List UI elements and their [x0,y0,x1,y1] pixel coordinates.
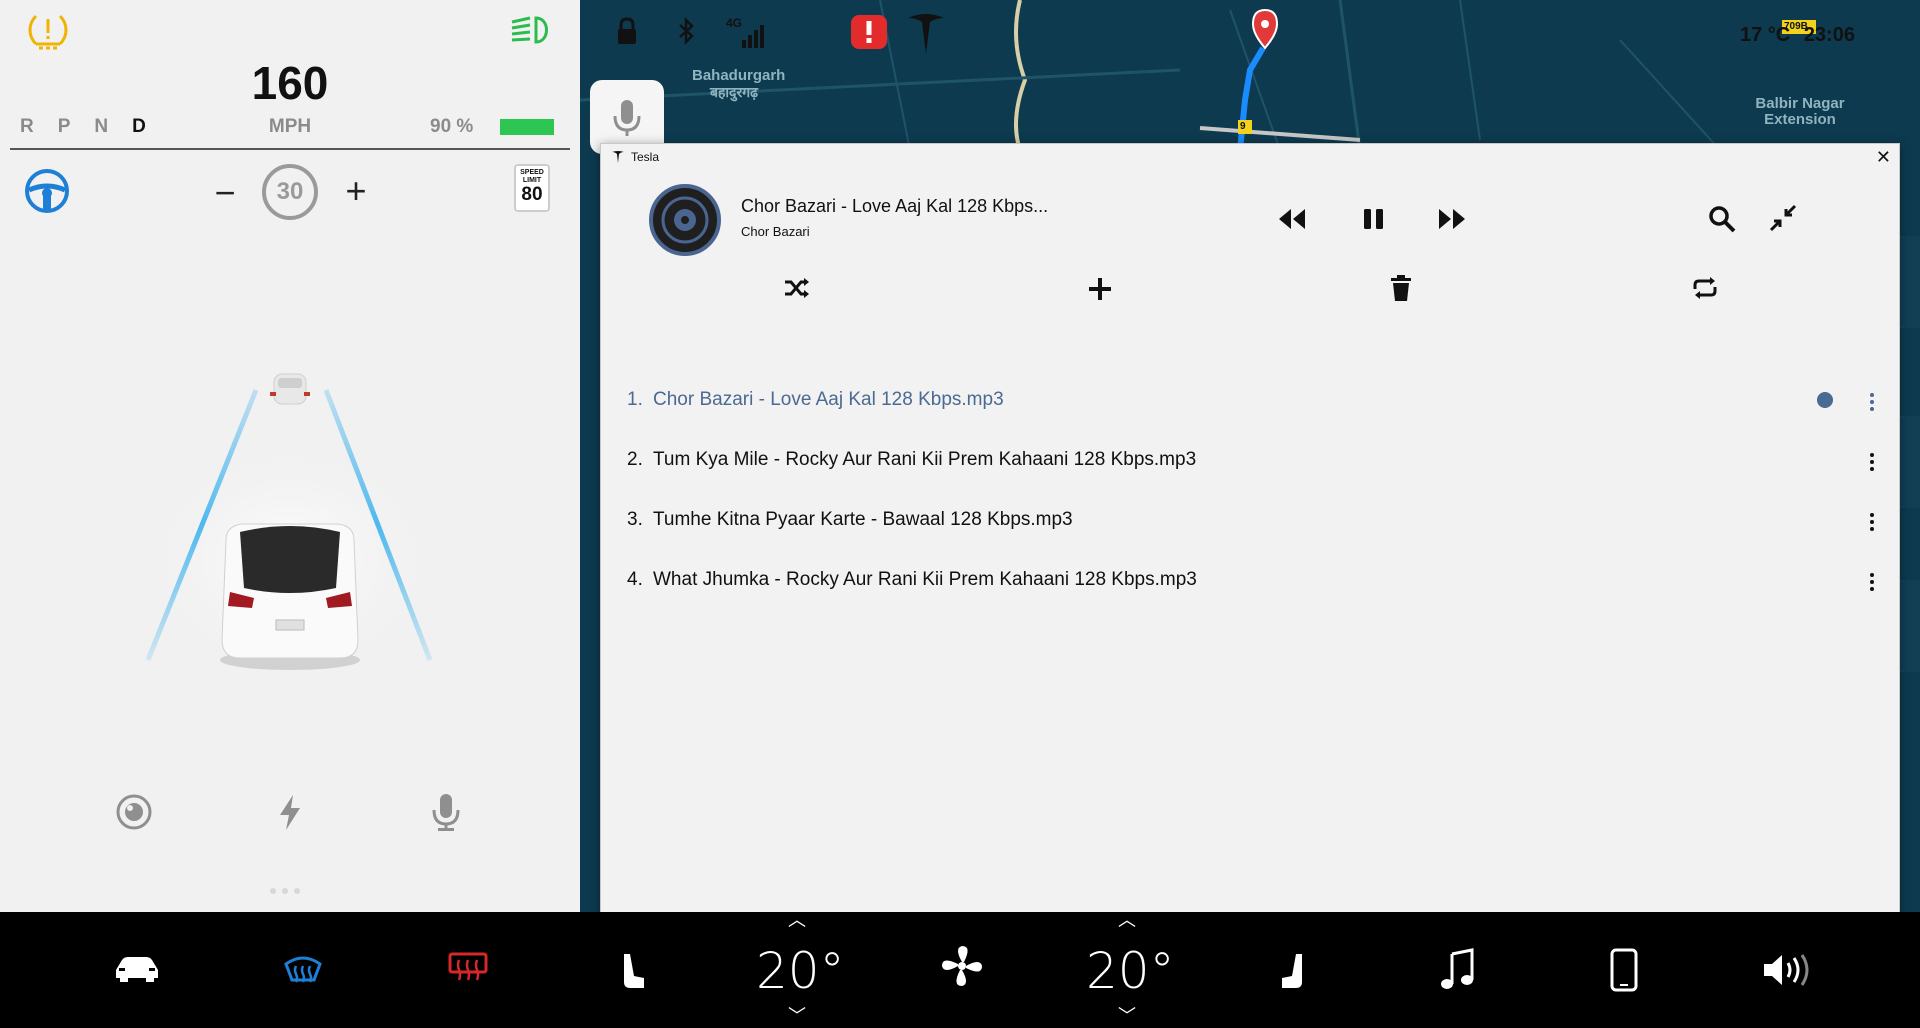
camera-icon[interactable] [114,792,154,832]
tpms-warning-icon[interactable] [26,10,70,50]
bluetooth-icon[interactable] [676,16,696,46]
speed-limit-sign: SPEED LIMIT 80 [514,164,550,212]
lead-vehicle-icon [270,373,310,405]
track-title: Tumhe Kitna Pyaar Karte - Bawaal 128 Kbp… [653,509,1073,530]
window-title: Tesla [631,150,660,164]
playlist-item[interactable]: 2. Tum Kya Mile - Rocky Aur Rani Kii Pre… [627,430,1877,490]
minimize-button[interactable] [1769,204,1797,232]
track-title: Chor Bazari - Love Aaj Kal 128 Kbps.mp3 [653,389,1004,410]
set-speed-display: 30 [262,164,318,220]
now-playing-artist: Chor Bazari [741,224,810,239]
page-dot [294,888,300,894]
autopilot-visualization [140,373,440,680]
decrease-speed-button[interactable]: − [212,172,238,214]
playlist-item[interactable]: 1. Chor Bazari - Love Aaj Kal 128 Kbps.m… [627,370,1877,430]
front-defrost-icon[interactable] [282,950,324,984]
add-button[interactable] [1087,276,1113,302]
map-label-bahadurgarh-hindi: बहादुरगढ़ [710,84,758,100]
alert-icon[interactable] [850,14,888,50]
tesla-logo-icon[interactable] [906,12,946,56]
speed-limit-title: SPEED LIMIT [520,169,544,184]
left-temperature[interactable]: 20° [756,942,845,1000]
increase-speed-button[interactable]: + [342,170,370,212]
rewind-button[interactable] [1277,206,1307,232]
map-label-bahadurgarh: Bahadurgarh [692,67,786,84]
microphone-icon [613,100,641,136]
speed-unit: MPH [268,116,312,137]
page-dot [282,888,288,894]
destination-pin-icon[interactable] [1251,8,1279,50]
music-player-window: Tesla ✕ Chor Bazari - Love Aaj Kal 128 K… [600,143,1900,923]
page-dot [270,888,276,894]
cluster-divider [10,148,570,150]
map-label-balbir-nagar: Balbir Nagar Extension [1755,95,1845,128]
playlist-item[interactable]: 3. Tumhe Kitna Pyaar Karte - Bawaal 128 … [627,490,1877,550]
car-icon[interactable] [112,952,162,982]
fan-icon[interactable] [940,944,984,988]
outside-temperature: 17 °C [1740,24,1791,46]
bottom-bar: ︿ 20° ﹀ ︿ 20° ﹀ [0,910,1920,1028]
tesla-screen: 160 R P N D MPH 90 % − 30 + SPEED LIMIT … [0,0,1920,1028]
road-badge: 9 [1240,121,1246,132]
signal-icon [742,25,764,48]
instrument-cluster: 160 R P N D MPH 90 % − 30 + SPEED LIMIT … [0,0,580,912]
left-temp-up-button[interactable]: ︿ [788,906,806,932]
right-temp-down-button[interactable]: ﹀ [1118,1002,1136,1028]
track-number: 4. [627,569,643,590]
pause-button[interactable] [1361,206,1387,232]
voice-command-icon[interactable] [426,792,466,832]
now-playing-title: Chor Bazari - Love Aaj Kal 128 Kbps... [741,196,1049,216]
music-note-icon[interactable] [1440,948,1476,992]
battery-percent: 90 % [430,116,474,137]
search-button[interactable] [1707,204,1737,234]
track-number: 2. [627,449,643,470]
headlight-icon[interactable] [508,12,554,48]
delete-button[interactable] [1389,274,1413,302]
right-temp-up-button[interactable]: ︿ [1118,906,1136,932]
driver-seat-icon[interactable] [618,952,646,992]
close-button[interactable]: ✕ [1876,147,1891,168]
now-playing-disc-icon [1817,392,1833,408]
steering-wheel-icon[interactable] [24,168,70,214]
window-titlebar[interactable]: Tesla ✕ [601,144,1899,170]
energy-icon[interactable] [270,792,310,832]
volume-icon[interactable] [1762,952,1816,988]
right-temperature[interactable]: 20° [1086,942,1175,1000]
left-temp-down-button[interactable]: ﹀ [788,1002,806,1028]
more-options-icon[interactable] [1867,572,1877,592]
battery-bar [500,119,554,135]
more-options-icon[interactable] [1867,452,1877,472]
album-art [649,184,721,256]
track-number: 1. [627,389,643,410]
ego-vehicle-icon [220,523,360,670]
speed-limit-value: 80 [521,184,543,205]
disc-icon [661,196,709,244]
playlist: 1. Chor Bazari - Love Aaj Kal 128 Kbps.m… [627,370,1877,610]
page-indicator [270,888,300,894]
track-title: What Jhumka - Rocky Aur Rani Kii Prem Ka… [653,569,1197,590]
clock: 23:06 [1803,24,1855,46]
more-options-icon[interactable] [1867,392,1877,412]
phone-icon[interactable] [1610,948,1638,992]
playlist-item[interactable]: 4. What Jhumka - Rocky Aur Rani Kii Prem… [627,550,1877,610]
track-number: 3. [627,509,643,530]
lock-icon[interactable] [616,16,638,46]
rear-defrost-icon[interactable] [448,952,488,982]
fast-forward-button[interactable] [1437,206,1467,232]
tesla-app-icon [612,151,624,163]
track-title: Tum Kya Mile - Rocky Aur Rani Kii Prem K… [653,449,1197,470]
passenger-seat-icon[interactable] [1280,952,1308,992]
more-options-icon[interactable] [1867,512,1877,532]
speed-readout: 160 [251,57,329,109]
temperature-time: 17 °C 23:06 [1740,24,1855,47]
repeat-button[interactable] [1691,276,1719,300]
shuffle-button[interactable] [783,276,811,300]
